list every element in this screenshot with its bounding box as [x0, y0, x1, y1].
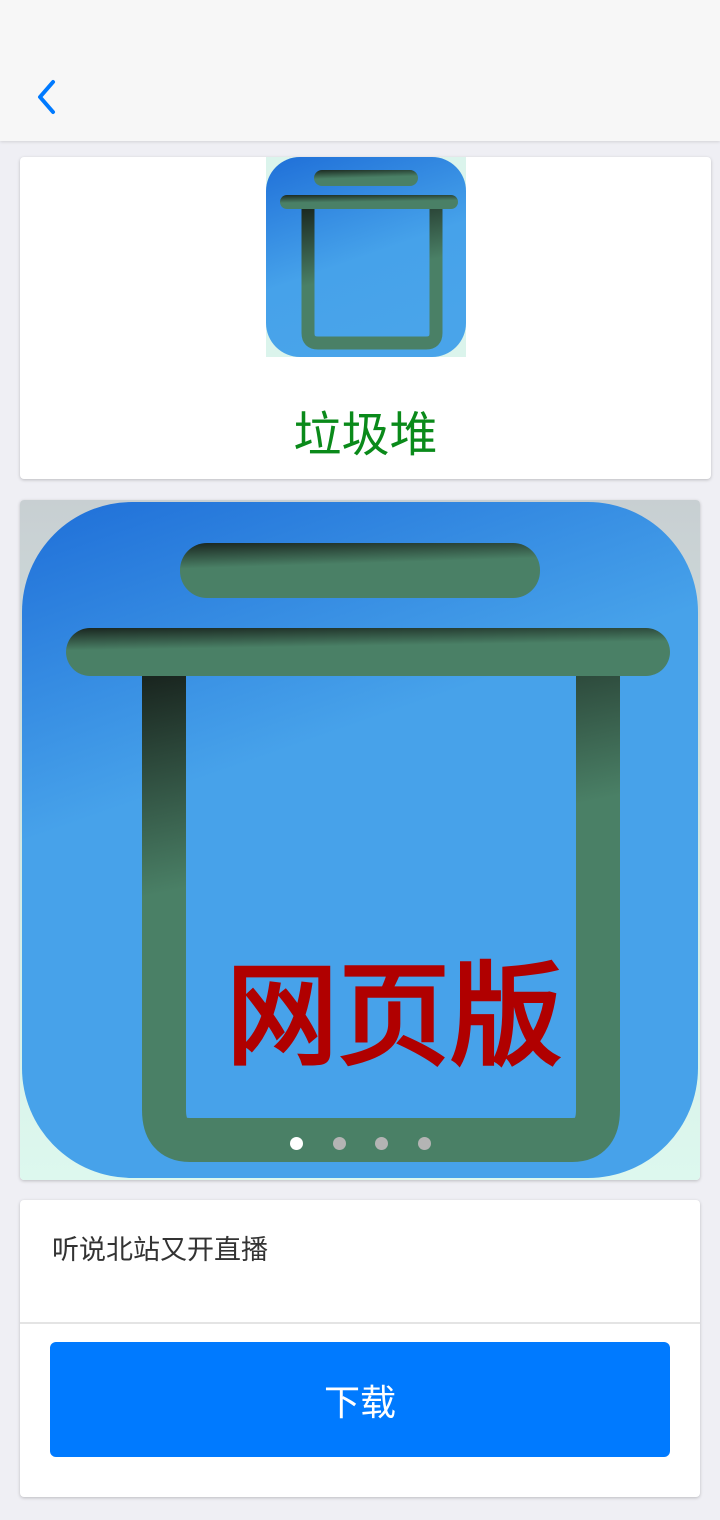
download-button[interactable]: 下载: [50, 1342, 670, 1457]
app-icon: [266, 157, 466, 357]
app-info-card: 垃圾堆: [20, 157, 711, 479]
trash-can-icon: [266, 157, 466, 357]
app-description: 听说北站又开直播: [52, 1235, 268, 1266]
carousel-dot-3[interactable]: [375, 1137, 388, 1150]
divider: [20, 1322, 700, 1324]
app-name: 垃圾堆: [293, 407, 438, 463]
slide-caption: 网页版: [226, 952, 562, 1082]
description-card: 听说北站又开直播 下载: [20, 1200, 700, 1497]
top-nav-bar: [0, 0, 720, 141]
screenshot-carousel[interactable]: 网页版: [20, 500, 700, 1180]
chevron-left-icon: [38, 80, 55, 114]
back-button[interactable]: [24, 72, 68, 122]
carousel-dot-1[interactable]: [290, 1137, 303, 1150]
carousel-dot-2[interactable]: [333, 1137, 346, 1150]
carousel-slide-image: 网页版: [20, 500, 700, 1180]
carousel-pagination: [20, 1137, 700, 1151]
carousel-dot-4[interactable]: [418, 1137, 431, 1150]
